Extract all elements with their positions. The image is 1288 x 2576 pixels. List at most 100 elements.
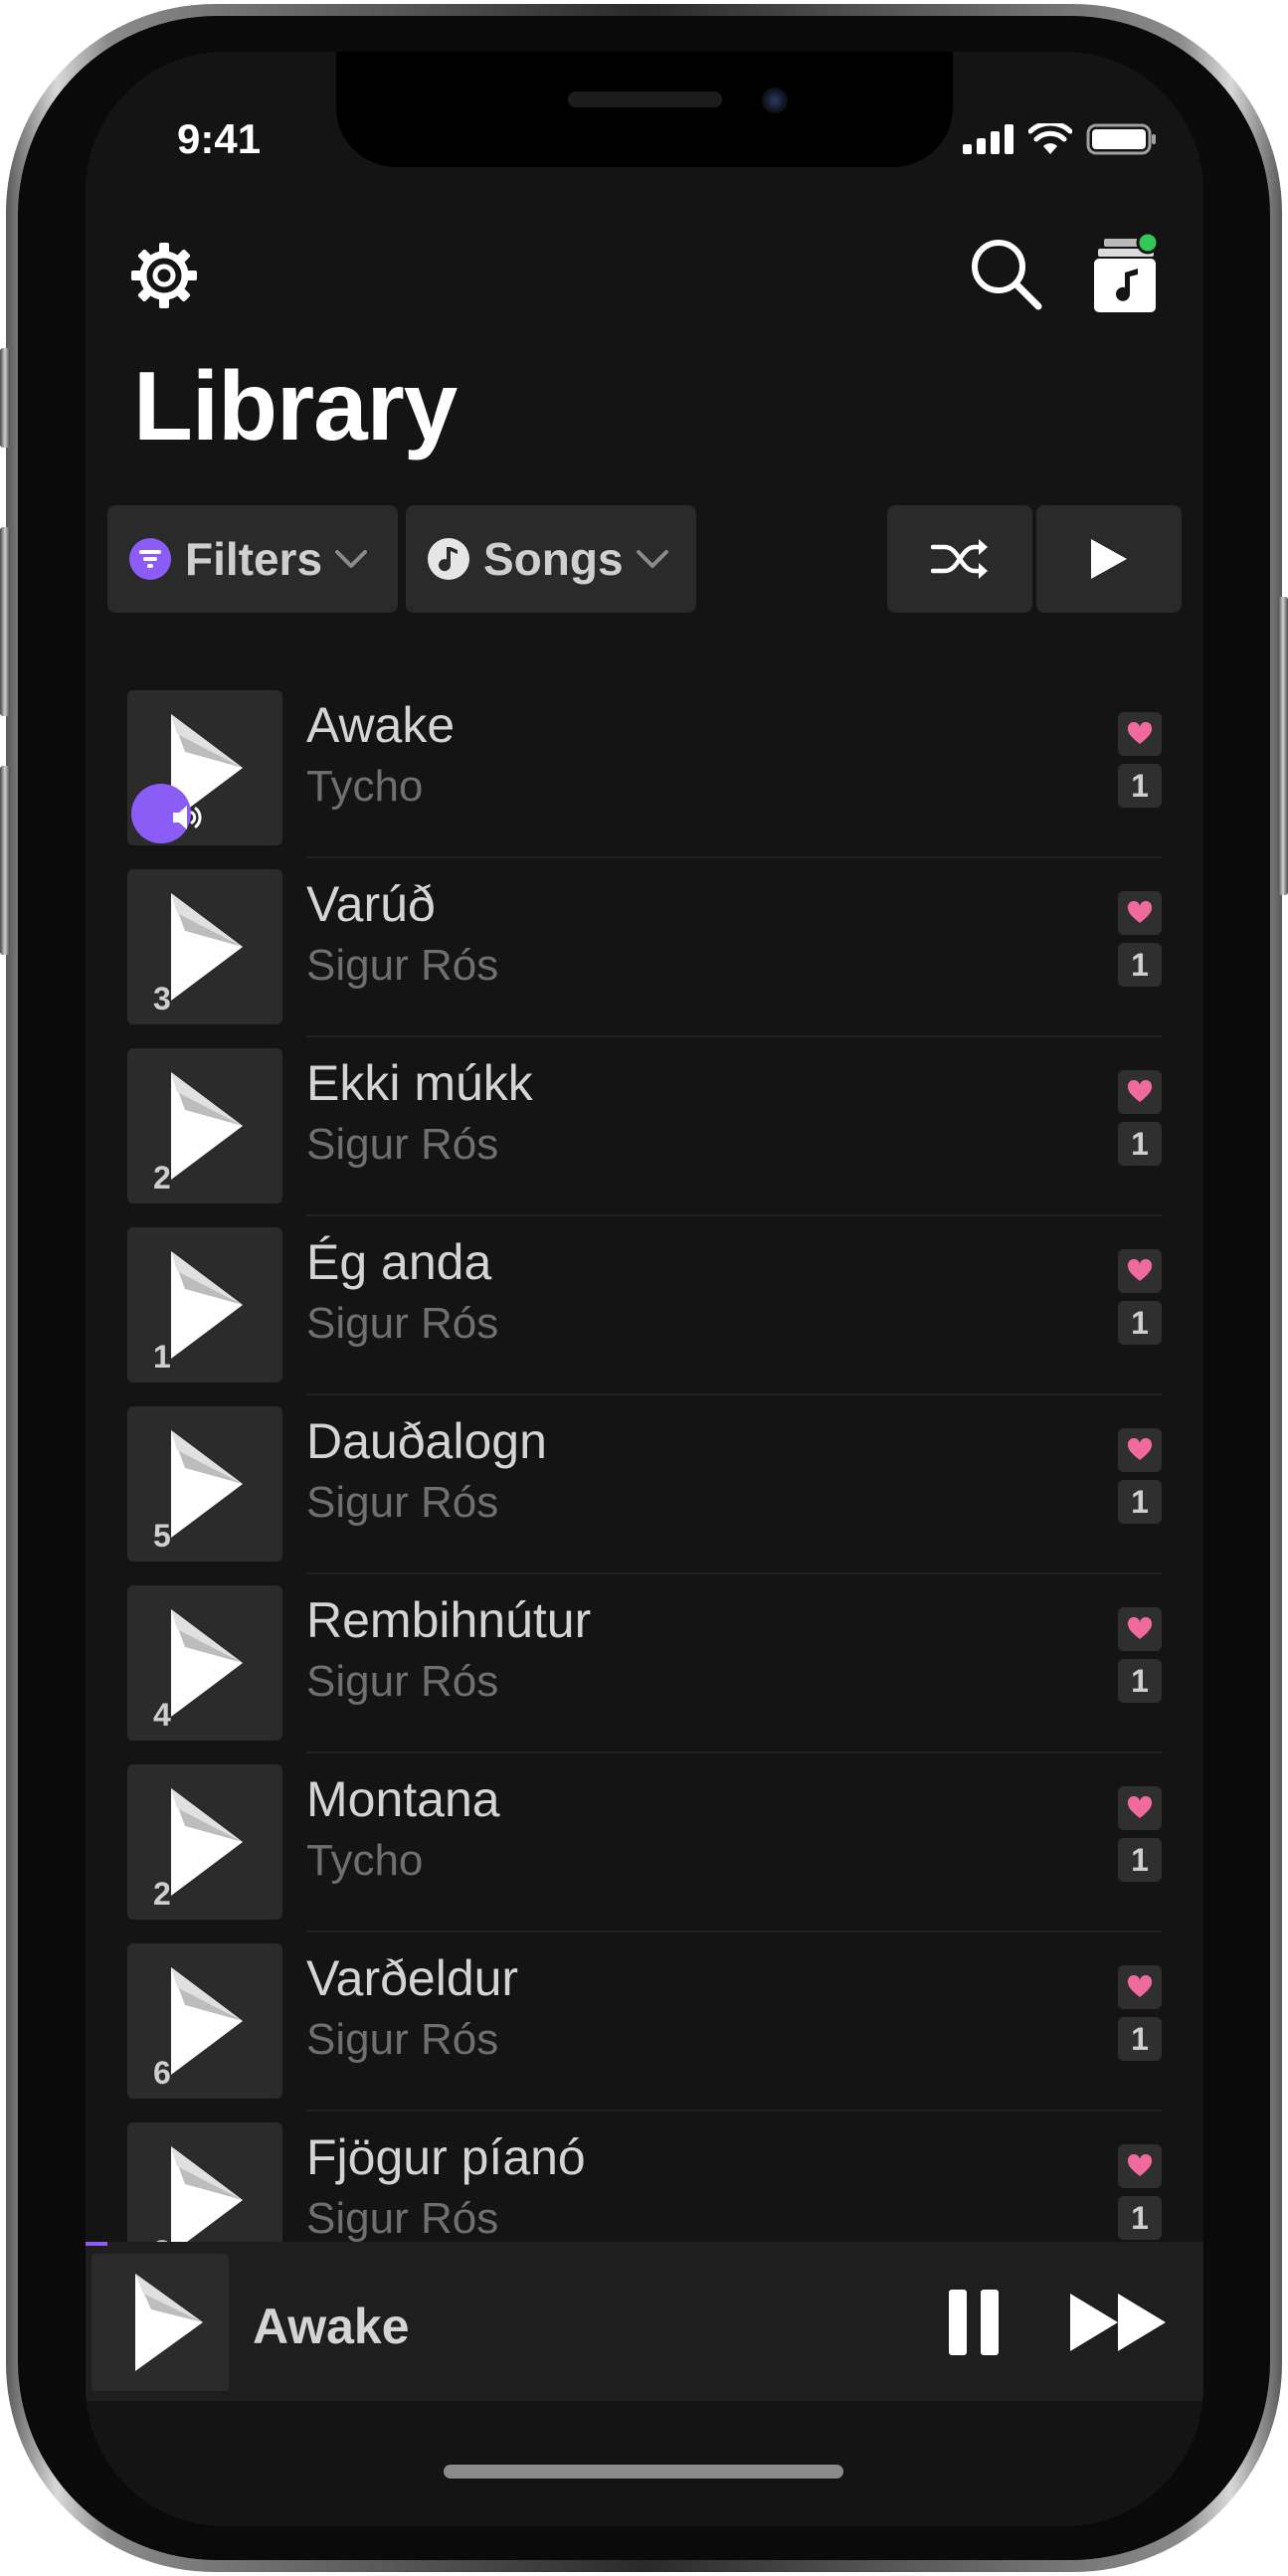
play-artwork-icon: [171, 1609, 243, 1717]
song-row[interactable]: Awake Tycho 1: [127, 684, 1162, 863]
song-artwork: [127, 690, 282, 845]
mini-player[interactable]: Awake: [86, 2242, 1203, 2401]
heart-icon[interactable]: [1118, 1070, 1162, 1114]
song-title: Ég anda: [306, 1234, 492, 1290]
row-divider: [306, 1393, 1162, 1395]
play-artwork-icon: [135, 2274, 203, 2371]
home-indicator: [444, 2465, 843, 2479]
song-row[interactable]: 2 Ekki múkk Sigur Rós 1: [127, 1042, 1162, 1221]
songs-button[interactable]: Songs: [406, 505, 696, 613]
play-count-badge: 1: [1118, 1301, 1162, 1345]
power-button: [1278, 597, 1288, 895]
play-count-badge: 1: [1118, 1838, 1162, 1882]
song-artist: Sigur Rós: [306, 1299, 499, 1348]
status-icons: [963, 123, 1158, 155]
song-title: Awake: [306, 697, 456, 753]
heart-icon[interactable]: [1118, 1249, 1162, 1293]
earpiece-speaker: [568, 92, 722, 107]
song-artist: Tycho: [306, 1836, 424, 1885]
filter-icon: [129, 538, 171, 580]
status-time: 9:41: [177, 115, 262, 162]
song-artwork: 2: [127, 1764, 282, 1920]
page-title: Library: [133, 351, 458, 460]
song-title: Fjögur píanó: [306, 2129, 586, 2185]
song-row[interactable]: 4 Rembihnútur Sigur Rós 1: [127, 1579, 1162, 1758]
app-screen: 9:41 Library Filters Songs Awake Tycho 1…: [86, 52, 1203, 2526]
row-divider: [306, 1931, 1162, 1932]
play-artwork-icon: [171, 1788, 243, 1896]
play-count-badge: 1: [1118, 1659, 1162, 1703]
heart-icon[interactable]: [1118, 1607, 1162, 1651]
play-count-badge: 1: [1118, 2017, 1162, 2061]
row-divider: [306, 856, 1162, 858]
now-playing-speaker-icon: [131, 784, 202, 843]
song-title: Varðeldur: [306, 1950, 519, 2006]
song-title: Montana: [306, 1771, 500, 1827]
song-title: Ekki múkk: [306, 1055, 533, 1111]
play-icon: [1091, 539, 1127, 579]
notch: [336, 52, 953, 167]
song-artwork: 4: [127, 1585, 282, 1741]
play-artwork-icon: [171, 1251, 243, 1359]
row-divider: [306, 1214, 1162, 1216]
row-divider: [306, 1751, 1162, 1753]
pause-icon[interactable]: [947, 2288, 1003, 2357]
front-camera: [762, 88, 788, 113]
play-artwork-icon: [171, 2146, 243, 2254]
song-row[interactable]: 1 Ég anda Sigur Rós 1: [127, 1221, 1162, 1400]
heart-icon[interactable]: [1118, 712, 1162, 756]
shuffle-icon: [931, 539, 988, 579]
heart-icon[interactable]: [1118, 891, 1162, 935]
chevron-down-icon: [636, 550, 668, 568]
mini-player-artwork: [92, 2254, 229, 2391]
mini-player-title: Awake: [253, 2299, 410, 2354]
song-artist: Sigur Rós: [306, 1478, 499, 1527]
heart-icon[interactable]: [1118, 1786, 1162, 1830]
shuffle-button[interactable]: [887, 505, 1032, 613]
song-artist: Tycho: [306, 762, 424, 811]
play-count-badge: 1: [1118, 2196, 1162, 2240]
song-title: Dauðalogn: [306, 1413, 547, 1469]
track-number: 2: [153, 1876, 171, 1912]
song-row[interactable]: 2 Montana Tycho 1: [127, 1758, 1162, 1937]
song-artist: Sigur Rós: [306, 1120, 499, 1169]
play-all-button[interactable]: [1036, 505, 1182, 613]
fast-forward-icon[interactable]: [1068, 2292, 1170, 2353]
volume-up-button: [0, 527, 10, 716]
heart-icon[interactable]: [1118, 2144, 1162, 2188]
song-artist: Sigur Rós: [306, 2194, 499, 2243]
music-note-icon: [428, 538, 469, 580]
heart-icon[interactable]: [1118, 1428, 1162, 1472]
heart-icon[interactable]: [1118, 1965, 1162, 2009]
volume-down-button: [0, 766, 10, 955]
song-row[interactable]: 6 Varðeldur Sigur Rós 1: [127, 1937, 1162, 2116]
play-count-badge: 1: [1118, 1122, 1162, 1166]
chevron-down-icon: [335, 550, 368, 568]
playback-progress: [86, 2242, 108, 2246]
search-icon[interactable]: [969, 237, 1044, 312]
cellular-signal-icon: [963, 124, 1013, 154]
play-artwork-icon: [171, 1072, 243, 1180]
track-number: 5: [153, 1518, 171, 1554]
song-row[interactable]: 3 Varúð Sigur Rós 1: [127, 863, 1162, 1042]
track-number: 1: [153, 1339, 171, 1375]
music-library-icon[interactable]: [1092, 233, 1162, 314]
filters-button[interactable]: Filters: [107, 505, 398, 613]
row-divider: [306, 2110, 1162, 2112]
song-artwork: 2: [127, 1048, 282, 1203]
track-number: 6: [153, 2055, 171, 2091]
gear-icon[interactable]: [129, 241, 199, 310]
filters-label: Filters: [185, 533, 323, 585]
song-artist: Sigur Rós: [306, 2015, 499, 2064]
song-row[interactable]: 5 Dauðalogn Sigur Rós 1: [127, 1400, 1162, 1579]
track-number: 4: [153, 1697, 171, 1733]
play-artwork-icon: [171, 893, 243, 1001]
row-divider: [306, 1572, 1162, 1574]
song-artwork: 3: [127, 869, 282, 1024]
play-count-badge: 1: [1118, 1480, 1162, 1524]
notification-dot: [1136, 233, 1160, 255]
play-artwork-icon: [171, 1430, 243, 1538]
song-title: Varúð: [306, 876, 436, 932]
wifi-icon: [1028, 123, 1072, 154]
play-count-badge: 1: [1118, 764, 1162, 808]
